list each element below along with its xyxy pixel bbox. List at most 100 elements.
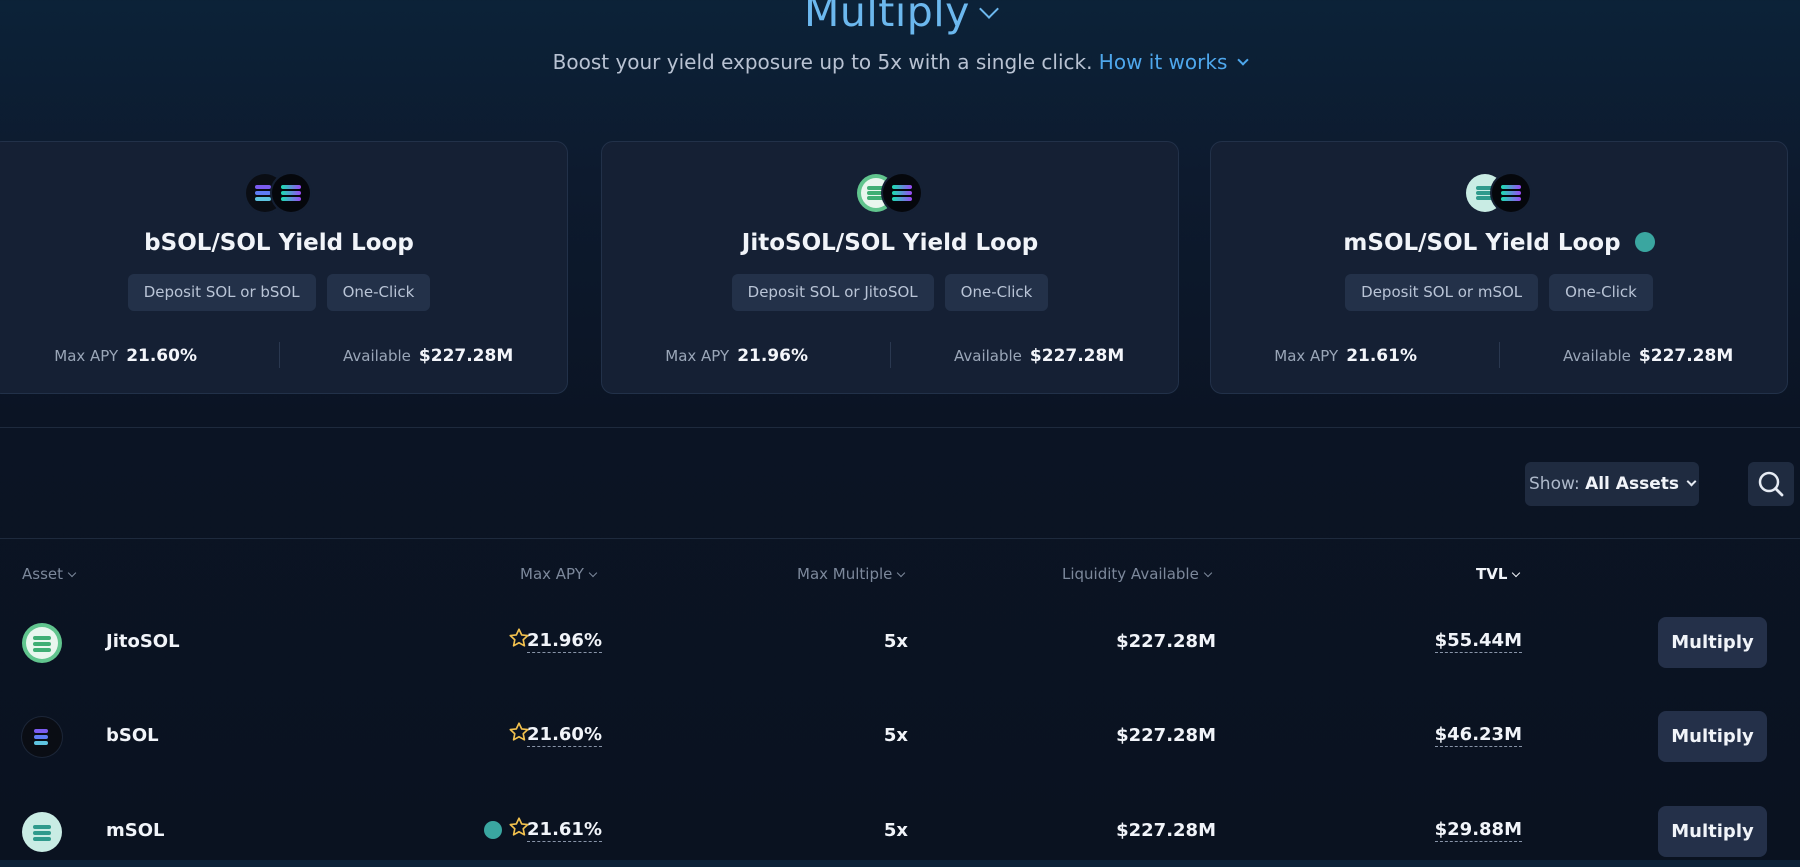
sol-token-icon [883, 174, 921, 212]
table-top-divider [0, 538, 1800, 539]
chevron-down-icon [588, 568, 598, 578]
column-header-asset[interactable]: Asset [22, 565, 77, 583]
max-apy-value: 21.60% [126, 346, 197, 366]
page-title-text: Multiply [804, 0, 970, 36]
max-apy-stat: Max APY 21.60% [54, 346, 197, 366]
deposit-tag: Deposit SOL or JitoSOL [731, 274, 934, 311]
show-label: Show: [1529, 474, 1580, 494]
max-apy-value[interactable]: 21.60% [527, 724, 602, 747]
card-stats: Max APY 21.60% Available $227.28M [0, 342, 567, 372]
available-value: $227.28M [418, 346, 514, 366]
search-button[interactable] [1748, 462, 1794, 506]
strategy-card-bsol[interactable]: bSOL/SOL Yield Loop Deposit SOL or bSOL … [0, 141, 568, 394]
how-it-works-link[interactable]: How it works [1098, 50, 1250, 74]
max-apy-label: Max APY [1274, 347, 1339, 365]
available-label: Available [954, 347, 1022, 365]
chevron-down-icon[interactable] [1237, 54, 1250, 66]
stat-divider [279, 342, 280, 368]
table-row[interactable]: JitoSOL 21.96% 5x $227.28M $55.44M Multi… [0, 608, 1800, 678]
jitosol-token-icon [22, 623, 62, 663]
column-label: Asset [22, 565, 64, 583]
page-subtitle: Boost your yield exposure up to 5x with … [0, 50, 1800, 74]
marinade-badge-icon [484, 821, 502, 839]
column-header-max-multiple[interactable]: Max Multiple [797, 565, 906, 583]
marinade-badge-icon [1634, 232, 1655, 252]
token-pair-icons [1466, 174, 1532, 216]
max-multiple-value: 5x [883, 725, 908, 746]
multiply-button[interactable]: Multiply [1658, 617, 1767, 668]
max-apy-value[interactable]: 21.96% [527, 630, 602, 653]
asset-name: bSOL [106, 725, 159, 746]
subtitle-text: Boost your yield exposure up to 5x with … [552, 50, 1093, 74]
card-title: mSOL/SOL Yield Loop [1211, 230, 1787, 256]
tvl-value[interactable]: $46.23M [1434, 724, 1522, 747]
card-tags: Deposit SOL or bSOL One-Click [0, 274, 567, 311]
column-label: Liquidity Available [1062, 565, 1199, 583]
available-value: $227.28M [1029, 346, 1125, 366]
max-apy-value[interactable]: 21.61% [527, 819, 602, 842]
multiply-button[interactable]: Multiply [1658, 711, 1767, 762]
max-multiple-value: 5x [883, 820, 908, 841]
card-stats: Max APY 21.96% Available $227.28M [602, 342, 1178, 372]
column-label: Max Multiple [797, 565, 893, 583]
sol-token-icon [1492, 174, 1530, 212]
chevron-down-icon[interactable] [979, 0, 999, 19]
card-title-text: mSOL/SOL Yield Loop [1343, 230, 1621, 256]
asset-name: mSOL [106, 820, 165, 841]
chevron-down-icon [897, 568, 906, 578]
card-stats: Max APY 21.61% Available $227.28M [1211, 342, 1787, 372]
multiply-button[interactable]: Multiply [1658, 806, 1767, 857]
one-click-tag: One-Click [326, 274, 431, 311]
strategy-card-jitosol[interactable]: JitoSOL/SOL Yield Loop Deposit SOL or Ji… [601, 141, 1179, 394]
page-title[interactable]: Multiply [0, 0, 1800, 36]
chevron-down-icon [1512, 568, 1521, 578]
bsol-token-icon [22, 717, 62, 757]
tvl-value[interactable]: $55.44M [1434, 630, 1522, 653]
card-title: bSOL/SOL Yield Loop [144, 230, 414, 256]
asset-name: JitoSOL [106, 631, 180, 652]
one-click-tag: One-Click [1549, 274, 1653, 311]
liquidity-value: $227.28M [1116, 631, 1216, 652]
show-value: All Assets [1585, 474, 1679, 494]
deposit-tag: Deposit SOL or bSOL [127, 274, 316, 311]
table-row[interactable]: bSOL 21.60% 5x $227.28M $46.23M Multiply [0, 702, 1800, 772]
column-header-max-apy[interactable]: Max APY [520, 565, 598, 583]
how-it-works-label: How it works [1098, 50, 1228, 74]
card-tags: Deposit SOL or mSOL One-Click [1211, 274, 1787, 311]
max-apy-value: 21.61% [1346, 346, 1417, 366]
available-stat: Available $227.28M [954, 346, 1124, 366]
token-pair-icons [246, 174, 312, 216]
liquidity-value: $227.28M [1116, 820, 1216, 841]
show-assets-dropdown[interactable]: Show: All Assets [1525, 462, 1699, 506]
card-tags: Deposit SOL or JitoSOL One-Click [602, 274, 1178, 311]
deposit-tag: Deposit SOL or mSOL [1345, 274, 1539, 311]
token-pair-icons [857, 174, 923, 216]
max-multiple-value: 5x [883, 631, 908, 652]
section-divider [0, 427, 1800, 428]
available-label: Available [343, 347, 411, 365]
stat-divider [1499, 342, 1500, 368]
tvl-value[interactable]: $29.88M [1434, 819, 1522, 842]
max-apy-label: Max APY [54, 347, 119, 365]
available-label: Available [1563, 347, 1631, 365]
strategy-card-msol[interactable]: mSOL/SOL Yield Loop Deposit SOL or mSOL … [1210, 141, 1788, 394]
column-header-liquidity[interactable]: Liquidity Available [1062, 565, 1213, 583]
available-stat: Available $227.28M [343, 346, 513, 366]
card-title: JitoSOL/SOL Yield Loop [741, 230, 1039, 256]
max-apy-value: 21.96% [737, 346, 808, 366]
max-apy-label: Max APY [665, 347, 730, 365]
chevron-down-icon [1686, 476, 1697, 487]
max-apy-stat: Max APY 21.61% [1274, 346, 1417, 366]
available-stat: Available $227.28M [1563, 346, 1733, 366]
liquidity-value: $227.28M [1116, 725, 1216, 746]
chevron-down-icon [67, 568, 77, 578]
column-label: TVL [1476, 565, 1508, 583]
msol-token-icon [22, 812, 62, 852]
chevron-down-icon [1203, 568, 1213, 578]
search-icon [1758, 471, 1784, 497]
column-header-tvl[interactable]: TVL [1476, 565, 1521, 583]
one-click-tag: One-Click [944, 274, 1049, 311]
sol-token-icon [272, 174, 310, 212]
table-row[interactable]: mSOL 21.61% 5x $227.28M $29.88M Multiply [0, 797, 1800, 867]
stat-divider [890, 342, 891, 368]
